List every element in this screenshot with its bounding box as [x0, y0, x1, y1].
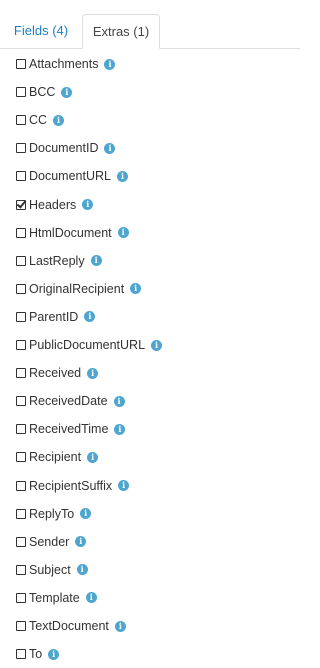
- extra-field-item[interactable]: Attachments i: [16, 55, 116, 73]
- extra-field-item[interactable]: Subject i: [16, 561, 88, 579]
- info-icon[interactable]: i: [48, 648, 60, 660]
- info-icon[interactable]: i: [84, 311, 96, 323]
- extra-field-item[interactable]: ReceivedTime i: [16, 420, 126, 438]
- extra-field-checkbox[interactable]: [16, 536, 26, 547]
- extra-field-label: DocumentID: [29, 141, 99, 156]
- info-icon[interactable]: i: [87, 451, 99, 463]
- info-icon[interactable]: i: [114, 423, 126, 435]
- extra-field-item[interactable]: To i: [16, 645, 60, 663]
- extra-field-checkbox[interactable]: [16, 452, 26, 463]
- tab-bar: Fields (4) Extras (1): [0, 0, 310, 49]
- extra-field-item[interactable]: ReceivedDate i: [16, 392, 125, 410]
- extra-field-checkbox[interactable]: [16, 340, 26, 350]
- extra-field-label: Subject: [29, 562, 71, 577]
- extra-field-checkbox[interactable]: [16, 255, 26, 266]
- info-icon[interactable]: i: [87, 367, 99, 379]
- extra-field-checkbox[interactable]: [16, 87, 26, 98]
- extra-field-label: Received: [29, 366, 82, 381]
- extra-field-label: Sender: [29, 534, 70, 549]
- extra-field-item[interactable]: ParentID i: [16, 308, 96, 326]
- extra-field-checkbox[interactable]: [16, 171, 26, 182]
- extra-field-item[interactable]: Headers i: [16, 196, 94, 214]
- extra-field-checkbox[interactable]: [16, 564, 26, 575]
- extra-field-label: Recipient: [29, 450, 82, 465]
- extra-field-label: TextDocument: [29, 619, 109, 633]
- info-icon[interactable]: i: [53, 114, 65, 126]
- info-icon[interactable]: i: [118, 480, 130, 491]
- extra-field-checkbox[interactable]: [16, 649, 26, 660]
- extra-field-label: ReplyTo: [29, 506, 75, 521]
- extra-field-label: Attachments: [29, 57, 99, 71]
- extra-field-label: Template: [29, 590, 80, 605]
- extra-field-label: ReceivedTime: [29, 422, 109, 437]
- extra-field-label: To: [29, 647, 43, 662]
- extra-field-item[interactable]: CC i: [16, 111, 65, 129]
- extra-field-item[interactable]: RecipientSuffix i: [16, 477, 130, 495]
- info-icon[interactable]: i: [117, 227, 129, 239]
- extra-field-item[interactable]: ReplyTo i: [16, 505, 92, 523]
- extra-field-item[interactable]: OriginalRecipient i: [16, 280, 142, 298]
- extra-field-label: ReceivedDate: [29, 394, 108, 409]
- extra-field-label: DocumentURL: [29, 169, 111, 184]
- extra-field-checkbox[interactable]: [16, 368, 26, 379]
- extra-field-checkbox[interactable]: [16, 227, 26, 238]
- extra-field-checkbox-checked[interactable]: [16, 199, 26, 210]
- info-icon[interactable]: i: [76, 564, 88, 576]
- info-icon[interactable]: i: [90, 255, 102, 267]
- info-icon[interactable]: i: [104, 58, 116, 70]
- info-icon[interactable]: i: [151, 339, 163, 351]
- info-icon[interactable]: i: [80, 508, 92, 520]
- info-icon[interactable]: i: [104, 142, 116, 154]
- info-icon[interactable]: i: [85, 592, 97, 604]
- extra-field-item[interactable]: LastReply i: [16, 252, 102, 270]
- info-icon[interactable]: i: [113, 395, 125, 407]
- extra-field-checkbox[interactable]: [16, 283, 26, 294]
- extra-field-checkbox[interactable]: [16, 424, 26, 435]
- extra-field-item[interactable]: Received i: [16, 364, 99, 382]
- extra-field-label: BCC: [29, 85, 56, 100]
- extra-field-item[interactable]: DocumentURL i: [16, 167, 128, 185]
- extra-field-item[interactable]: Template i: [16, 589, 97, 607]
- info-icon[interactable]: i: [82, 199, 94, 210]
- info-icon[interactable]: i: [75, 536, 87, 548]
- extra-field-item[interactable]: Sender i: [16, 533, 87, 551]
- extra-field-checkbox[interactable]: [16, 396, 26, 407]
- info-icon[interactable]: i: [130, 283, 142, 295]
- extra-field-label: OriginalRecipient: [29, 281, 125, 296]
- info-icon[interactable]: i: [61, 86, 73, 98]
- extra-field-checkbox[interactable]: [16, 508, 26, 519]
- extra-field-item[interactable]: DocumentID i: [16, 139, 116, 157]
- extra-field-item[interactable]: Recipient i: [16, 448, 99, 466]
- tab-fields[interactable]: Fields (4): [0, 14, 82, 48]
- extra-field-checkbox[interactable]: [16, 592, 26, 603]
- tab-extras[interactable]: Extras (1): [82, 14, 160, 49]
- extra-field-label: ParentID: [29, 309, 79, 324]
- extra-field-checkbox[interactable]: [16, 143, 26, 154]
- extra-field-item[interactable]: BCC i: [16, 83, 73, 101]
- extra-field-item[interactable]: TextDocument i: [16, 617, 126, 635]
- extra-field-checkbox[interactable]: [16, 311, 26, 322]
- extra-field-item[interactable]: HtmlDocument i: [16, 224, 129, 242]
- info-icon[interactable]: i: [114, 620, 126, 632]
- extra-field-label: HtmlDocument: [29, 225, 112, 240]
- extra-field-label: CC: [29, 113, 48, 128]
- extra-field-checkbox[interactable]: [16, 115, 26, 126]
- extra-field-label: Headers: [29, 197, 77, 212]
- extra-field-item[interactable]: PublicDocumentURL i: [16, 336, 163, 354]
- extra-field-checkbox[interactable]: [16, 59, 26, 69]
- extra-field-checkbox[interactable]: [16, 621, 26, 631]
- extra-field-label: LastReply: [29, 253, 85, 268]
- info-icon[interactable]: i: [116, 170, 128, 182]
- extra-field-label: RecipientSuffix: [29, 478, 113, 493]
- extra-field-checkbox[interactable]: [16, 480, 26, 491]
- extra-field-label: PublicDocumentURL: [29, 338, 146, 352]
